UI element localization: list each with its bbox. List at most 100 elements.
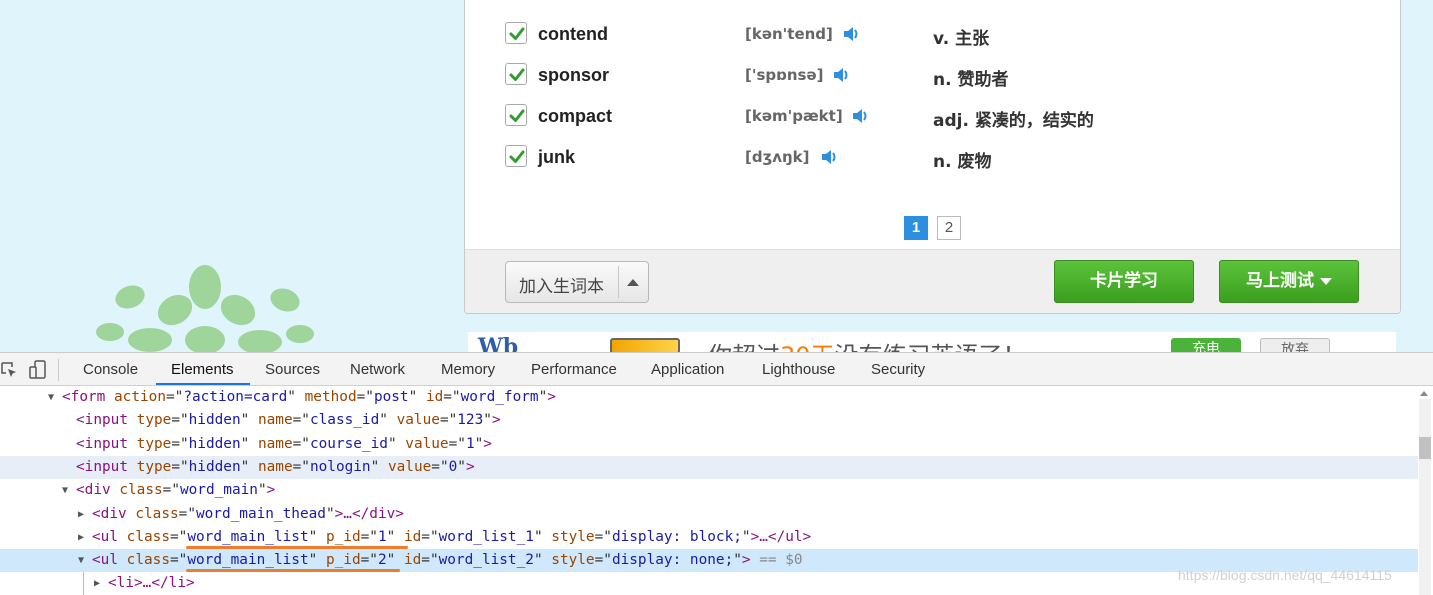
scrollbar-thumb[interactable]: [1419, 437, 1431, 459]
dom-tag: <input: [76, 458, 128, 475]
pagination-page-1[interactable]: 1: [904, 216, 928, 240]
word-row: sponsor ['spɒnsə] n. 赞助者: [505, 62, 1365, 90]
dom-node-code: <input type="hidden" name="nologin" valu…: [76, 456, 475, 479]
dom-punct: ": [474, 435, 484, 452]
expand-triangle-right-icon[interactable]: ▶: [78, 503, 84, 526]
word-phonetic: [kəm'pækt]: [745, 107, 843, 125]
speaker-icon[interactable]: [832, 66, 850, 84]
dom-tag: <form: [62, 389, 106, 405]
word-checkbox[interactable]: [505, 145, 527, 167]
dom-space: [296, 389, 305, 405]
checkmark-icon: [509, 68, 525, 81]
dom-punct: ": [287, 389, 296, 405]
dom-attr-value: 1: [377, 528, 387, 545]
dom-attr-value: class_id: [309, 412, 380, 429]
expand-triangle-right-icon[interactable]: ▶: [78, 526, 84, 549]
dom-attr-value: ?action=card: [183, 389, 288, 405]
dom-punct: ": [370, 458, 380, 475]
dom-tag: <li: [108, 575, 134, 592]
ad-dismiss-button[interactable]: 放弃: [1260, 338, 1330, 352]
dom-attr-value: hidden: [188, 412, 241, 429]
dom-space: [249, 459, 258, 475]
expand-triangle-down-icon[interactable]: ▼: [62, 479, 68, 502]
dom-space: [397, 436, 406, 452]
dom-node-line[interactable]: ▼ <form action="?action=card" method="pos…: [0, 386, 1418, 409]
expand-triangle-down-icon[interactable]: ▼: [48, 386, 54, 409]
dom-node-line[interactable]: ▶ <div class="word_main_thead">…</div>: [0, 503, 1418, 526]
dom-attr-value: course_id: [309, 435, 388, 452]
tab-performance[interactable]: Performance: [531, 353, 617, 386]
dom-punct: ": [386, 552, 396, 569]
word-row: compact [kəm'pækt] adj. 紧凑的，结实的: [505, 103, 1365, 131]
speaker-icon[interactable]: [842, 25, 860, 43]
dom-attr-name: p_id: [325, 528, 361, 545]
dom-tag-close: >: [483, 435, 492, 452]
expand-triangle-down-icon[interactable]: ▼: [78, 549, 84, 572]
dom-node-code: <div class="word_main">: [76, 479, 275, 502]
dom-punct: =": [356, 389, 374, 405]
card-study-button[interactable]: 卡片学习: [1054, 260, 1194, 303]
checkmark-icon: [509, 109, 525, 122]
inspect-element-icon[interactable]: [0, 361, 18, 379]
dom-node-line[interactable]: <input type="hidden" name="course_id" va…: [0, 433, 1418, 456]
dom-attr-name: id: [425, 389, 444, 405]
dom-punct: =": [439, 412, 458, 429]
dom-space: [118, 552, 127, 568]
caret-up-icon[interactable]: [626, 276, 640, 288]
ad-banner[interactable]: Wb 你超过30天没有练习英语了！ 充电 放弃: [468, 332, 1396, 352]
dom-punct: ": [457, 458, 466, 475]
dom-attr-name: type: [136, 458, 172, 475]
dom-selected-marker: == $0: [750, 552, 803, 569]
scroll-up-icon[interactable]: [1420, 391, 1428, 396]
dom-punct: =": [292, 458, 310, 475]
tab-sources[interactable]: Sources: [265, 353, 320, 386]
dom-node-code: <div class="word_main_thead">…</div>: [92, 503, 404, 526]
word-checkbox[interactable]: [505, 22, 527, 44]
expand-triangle-right-icon[interactable]: ▶: [94, 572, 100, 595]
tab-application[interactable]: Application: [651, 353, 724, 386]
word-checkbox[interactable]: [505, 63, 527, 85]
devtools-toolbar: Console Elements Sources Network Memory …: [0, 353, 1433, 386]
dom-punct: ": [240, 412, 250, 429]
dom-attr-name: name: [257, 435, 293, 452]
word-checkbox[interactable]: [505, 104, 527, 126]
dom-node-line[interactable]: ▼ <div class="word_main">: [0, 479, 1418, 502]
word-phonetic: ['spɒnsə]: [745, 66, 824, 84]
word-list-panel: contend [kən'tend] v. 主张 sponsor ['spɒns…: [464, 0, 1401, 314]
speaker-icon[interactable]: [820, 148, 838, 166]
dom-node-code: <form action="?action=card" method="post…: [62, 386, 556, 409]
dom-punct: ": [308, 552, 318, 569]
word-chinese: n. 赞助者: [933, 70, 1009, 90]
dom-attr-name: value: [387, 458, 432, 475]
device-toolbar-icon[interactable]: [28, 360, 48, 380]
dom-tree-scrollbar[interactable]: [1419, 399, 1431, 595]
dom-space: [417, 389, 426, 405]
dom-attr-value: nologin: [309, 458, 371, 475]
tab-elements[interactable]: Elements: [171, 353, 234, 386]
ad-charge-button[interactable]: 充电: [1171, 338, 1241, 352]
tab-network[interactable]: Network: [350, 353, 405, 386]
dom-attr-name: method: [304, 389, 357, 405]
tab-memory[interactable]: Memory: [441, 353, 495, 386]
test-now-button[interactable]: 马上测试: [1219, 260, 1359, 303]
pagination-page-2[interactable]: 2: [937, 216, 961, 240]
speaker-icon[interactable]: [851, 107, 869, 125]
tab-security[interactable]: Security: [871, 353, 925, 386]
ad-text-before: 你超过: [708, 342, 780, 352]
dom-tag: <input: [76, 412, 128, 429]
add-to-wordbook-button[interactable]: 加入生词本: [505, 261, 649, 303]
dom-punct: =": [594, 552, 612, 569]
dom-node-line[interactable]: <input type="hidden" name="nologin" valu…: [0, 455, 1418, 479]
dom-tag-close: >: [491, 412, 501, 429]
dom-punct: =": [421, 552, 439, 569]
tab-lighthouse[interactable]: Lighthouse: [762, 353, 835, 386]
dom-attr-value: post: [373, 389, 409, 405]
dom-attr-value: 1: [465, 435, 475, 452]
dom-tag-close: >: [547, 389, 556, 405]
dom-punct: =": [448, 435, 466, 452]
tab-console[interactable]: Console: [83, 353, 138, 386]
dom-node-line[interactable]: <input type="hidden" name="class_id" val…: [0, 409, 1418, 432]
dom-tag: <ul: [92, 528, 118, 545]
word-row: junk [dʒʌŋk] n. 废物: [505, 144, 1365, 172]
checkmark-icon: [509, 27, 525, 40]
